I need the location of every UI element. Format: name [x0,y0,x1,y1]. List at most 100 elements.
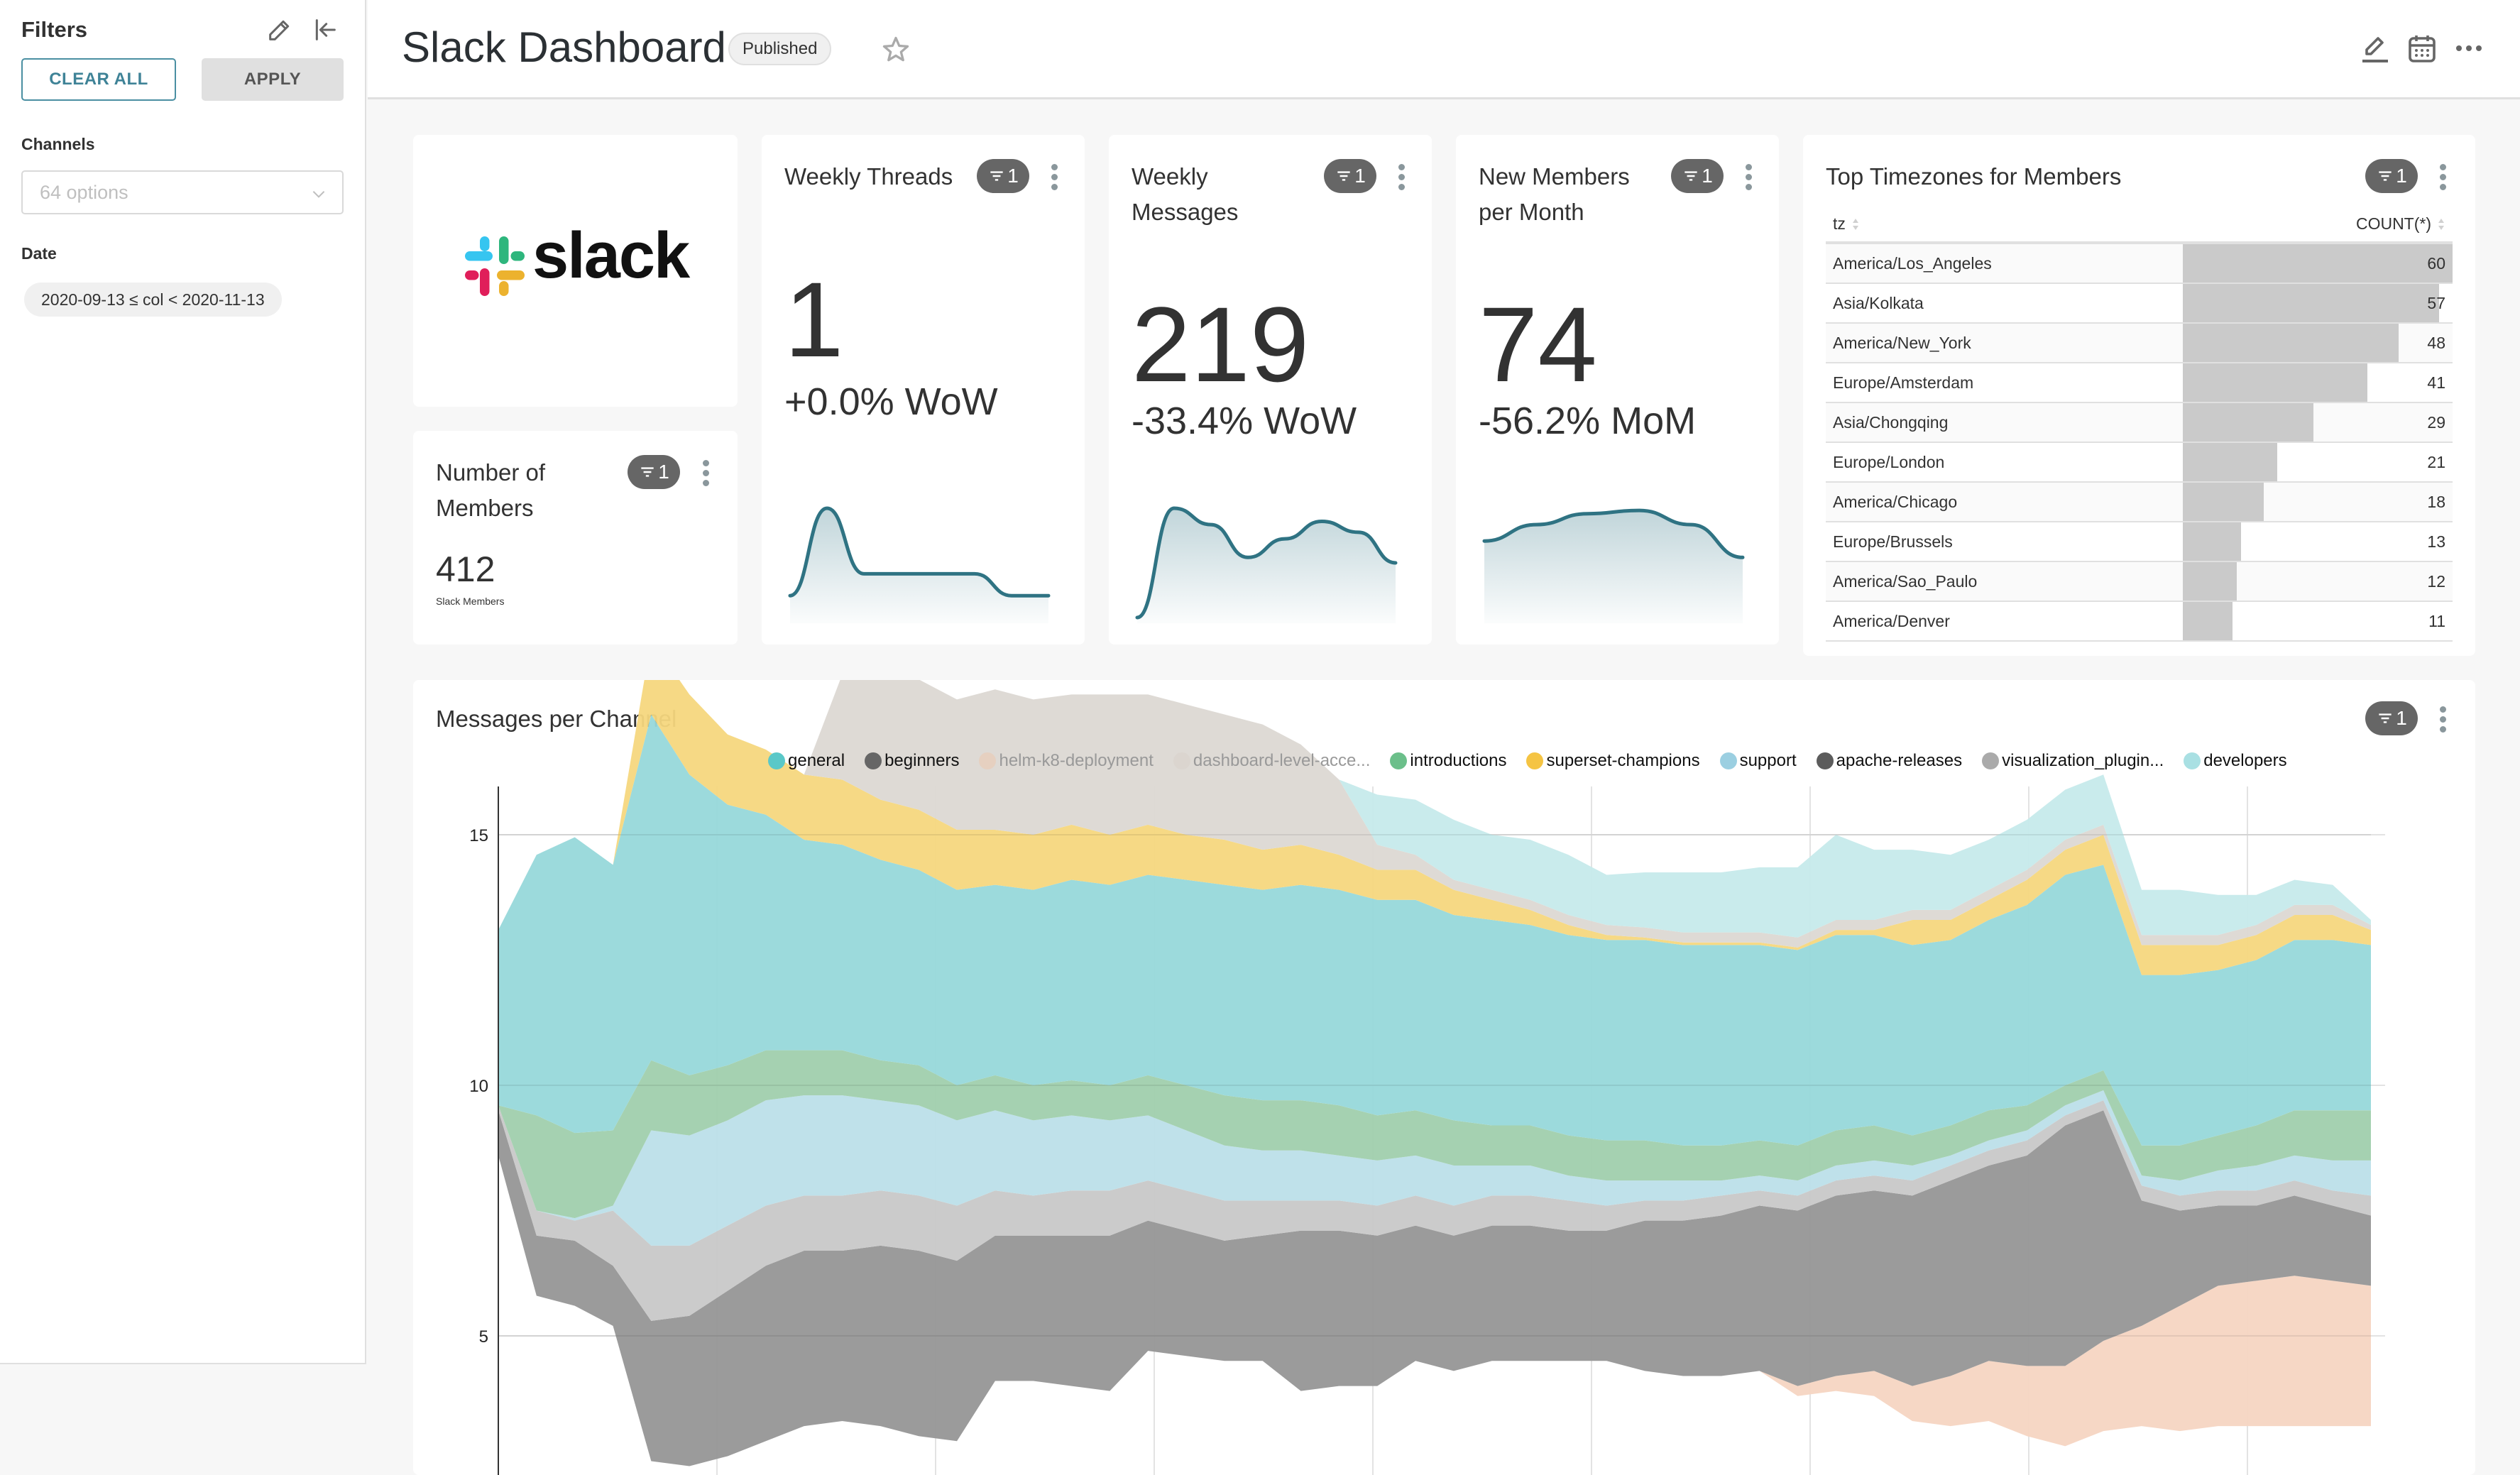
column-header-tz[interactable]: tz [1826,206,2183,244]
count-cell: 48 [2183,323,2453,363]
filter-indicator-badge[interactable]: 1 [2365,159,2418,193]
count-cell: 41 [2183,363,2453,403]
legend-marker [1390,752,1408,769]
legend-item[interactable]: helm-k8-deployment [979,751,1154,771]
legend-marker [979,752,997,769]
table-row[interactable]: Asia/Kolkata 57 [1826,283,2453,324]
card-menu-button[interactable] [1740,159,1757,194]
tz-cell: Europe/London [1826,442,2183,483]
clear-all-button[interactable]: CLEAR ALL [21,58,176,101]
messages-sparkline [1135,506,1398,623]
filter-indicator-badge[interactable]: 1 [977,159,1029,193]
sparkline-area [1137,508,1396,623]
date-range-chip[interactable]: 2020-09-13 ≤ col < 2020-11-13 [24,283,282,317]
collapse-sidebar-button[interactable] [308,13,342,47]
dashboard-title[interactable]: Slack Dashboard [402,23,726,72]
legend-item[interactable]: general [768,751,845,771]
legend-item[interactable]: superset-champions [1526,751,1700,771]
legend-label: developers [2203,751,2287,770]
card-menu-button[interactable] [1046,159,1063,194]
legend-marker [768,752,785,769]
threads-value: 1 [784,260,844,379]
table-row[interactable]: Europe/Amsterdam 41 [1826,363,2453,403]
legend-item[interactable]: dashboard-level-acce... [1173,751,1370,771]
y-tick-label: 5 [479,1327,488,1347]
published-badge[interactable]: Published [728,33,832,65]
threads-change: +0.0% WoW [784,380,998,423]
tz-cell: Asia/Kolkata [1826,283,2183,324]
count-value: 60 [2427,254,2445,273]
count-cell: 11 [2183,601,2453,642]
dashboard-header: Slack Dashboard Published [368,0,2520,99]
filter-indicator-badge[interactable]: 1 [1324,159,1376,193]
chevron-down-icon [312,191,325,198]
legend-marker [1719,752,1737,769]
timezones-table: tz COUNT(*) America/Los_Angeles 60 Asia/Ko… [1826,206,2453,642]
legend-label: visualization_plugin... [2002,751,2164,770]
calendar-icon [2409,35,2436,62]
legend-label: general [788,751,845,770]
apply-button[interactable]: APPLY [202,58,344,101]
filter-indicator-badge[interactable]: 1 [1671,159,1724,193]
table-row[interactable]: Europe/Brussels 13 [1826,522,2453,562]
legend-item[interactable]: introductions [1390,751,1506,771]
legend-marker [2184,752,2201,769]
channels-select[interactable]: 64 options [21,170,344,214]
table-row[interactable]: Asia/Chongqing 29 [1826,402,2453,443]
card-menu-button[interactable] [2434,159,2451,194]
legend-marker [865,752,882,769]
legend-item[interactable]: support [1719,751,1797,771]
legend-item[interactable]: beginners [865,751,959,771]
count-value: 18 [2427,493,2445,511]
top-timezones-card: Top Timezones for Members 1 tz COUNT(*) … [1803,135,2475,656]
tz-cell: America/Chicago [1826,482,2183,522]
table-row[interactable]: America/New_York 48 [1826,323,2453,363]
count-cell: 57 [2183,283,2453,324]
filter-indicator-badge[interactable]: 1 [628,455,680,489]
legend-item[interactable]: developers [2184,751,2287,771]
table-row[interactable]: Europe/London 21 [1826,442,2453,483]
table-row[interactable]: America/Denver 11 [1826,601,2453,642]
chart-legend: general beginners helm-k8-deployment dashbo… [768,751,2287,771]
tz-cell: America/Los_Angeles [1826,243,2183,284]
slack-logo-card: slack [413,135,738,407]
count-value: 57 [2427,294,2445,312]
legend-marker [1173,752,1190,769]
legend-item[interactable]: visualization_plugin... [1982,751,2164,771]
messages-change: -33.4% WoW [1132,400,1357,442]
count-value: 13 [2427,532,2445,551]
column-header-count[interactable]: COUNT(*) [2183,206,2453,244]
edit-dashboard-button[interactable] [2355,28,2395,68]
card-title: Weekly Threads [784,163,953,190]
legend-label: dashboard-level-acce... [1193,751,1371,770]
count-value: 48 [2427,334,2445,352]
edit-filters-button[interactable] [263,13,297,47]
card-menu-button[interactable] [697,455,714,490]
legend-label: helm-k8-deployment [999,751,1154,770]
tz-cell: Europe/Amsterdam [1826,363,2183,403]
tz-cell: America/New_York [1826,323,2183,363]
schedule-button[interactable] [2402,28,2442,68]
card-menu-button[interactable] [1393,159,1410,194]
more-options-button[interactable] [2449,28,2489,68]
count-cell: 12 [2183,561,2453,602]
legend-marker [1816,752,1834,769]
count-value: 41 [2427,373,2445,392]
legend-item[interactable]: apache-releases [1816,751,1962,771]
filter-icon [641,467,654,477]
filter-icon [2379,171,2392,181]
channels-label: Channels [21,135,95,153]
collapse-left-icon [315,19,336,40]
y-tick-label: 10 [469,1077,488,1096]
table-row[interactable]: America/Chicago 18 [1826,482,2453,522]
table-row[interactable]: America/Los_Angeles 60 [1826,243,2453,284]
tz-cell: Europe/Brussels [1826,522,2183,562]
legend-label: support [1739,751,1797,770]
star-icon[interactable] [880,34,911,65]
pencil-icon [269,20,290,40]
count-cell: 29 [2183,402,2453,443]
filter-icon [1337,171,1350,181]
members-value: 412 [436,549,495,589]
weekly-messages-card: Weekly Messages 1 219 -33.4% WoW [1109,135,1432,645]
table-row[interactable]: America/Sao_Paulo 12 [1826,561,2453,602]
